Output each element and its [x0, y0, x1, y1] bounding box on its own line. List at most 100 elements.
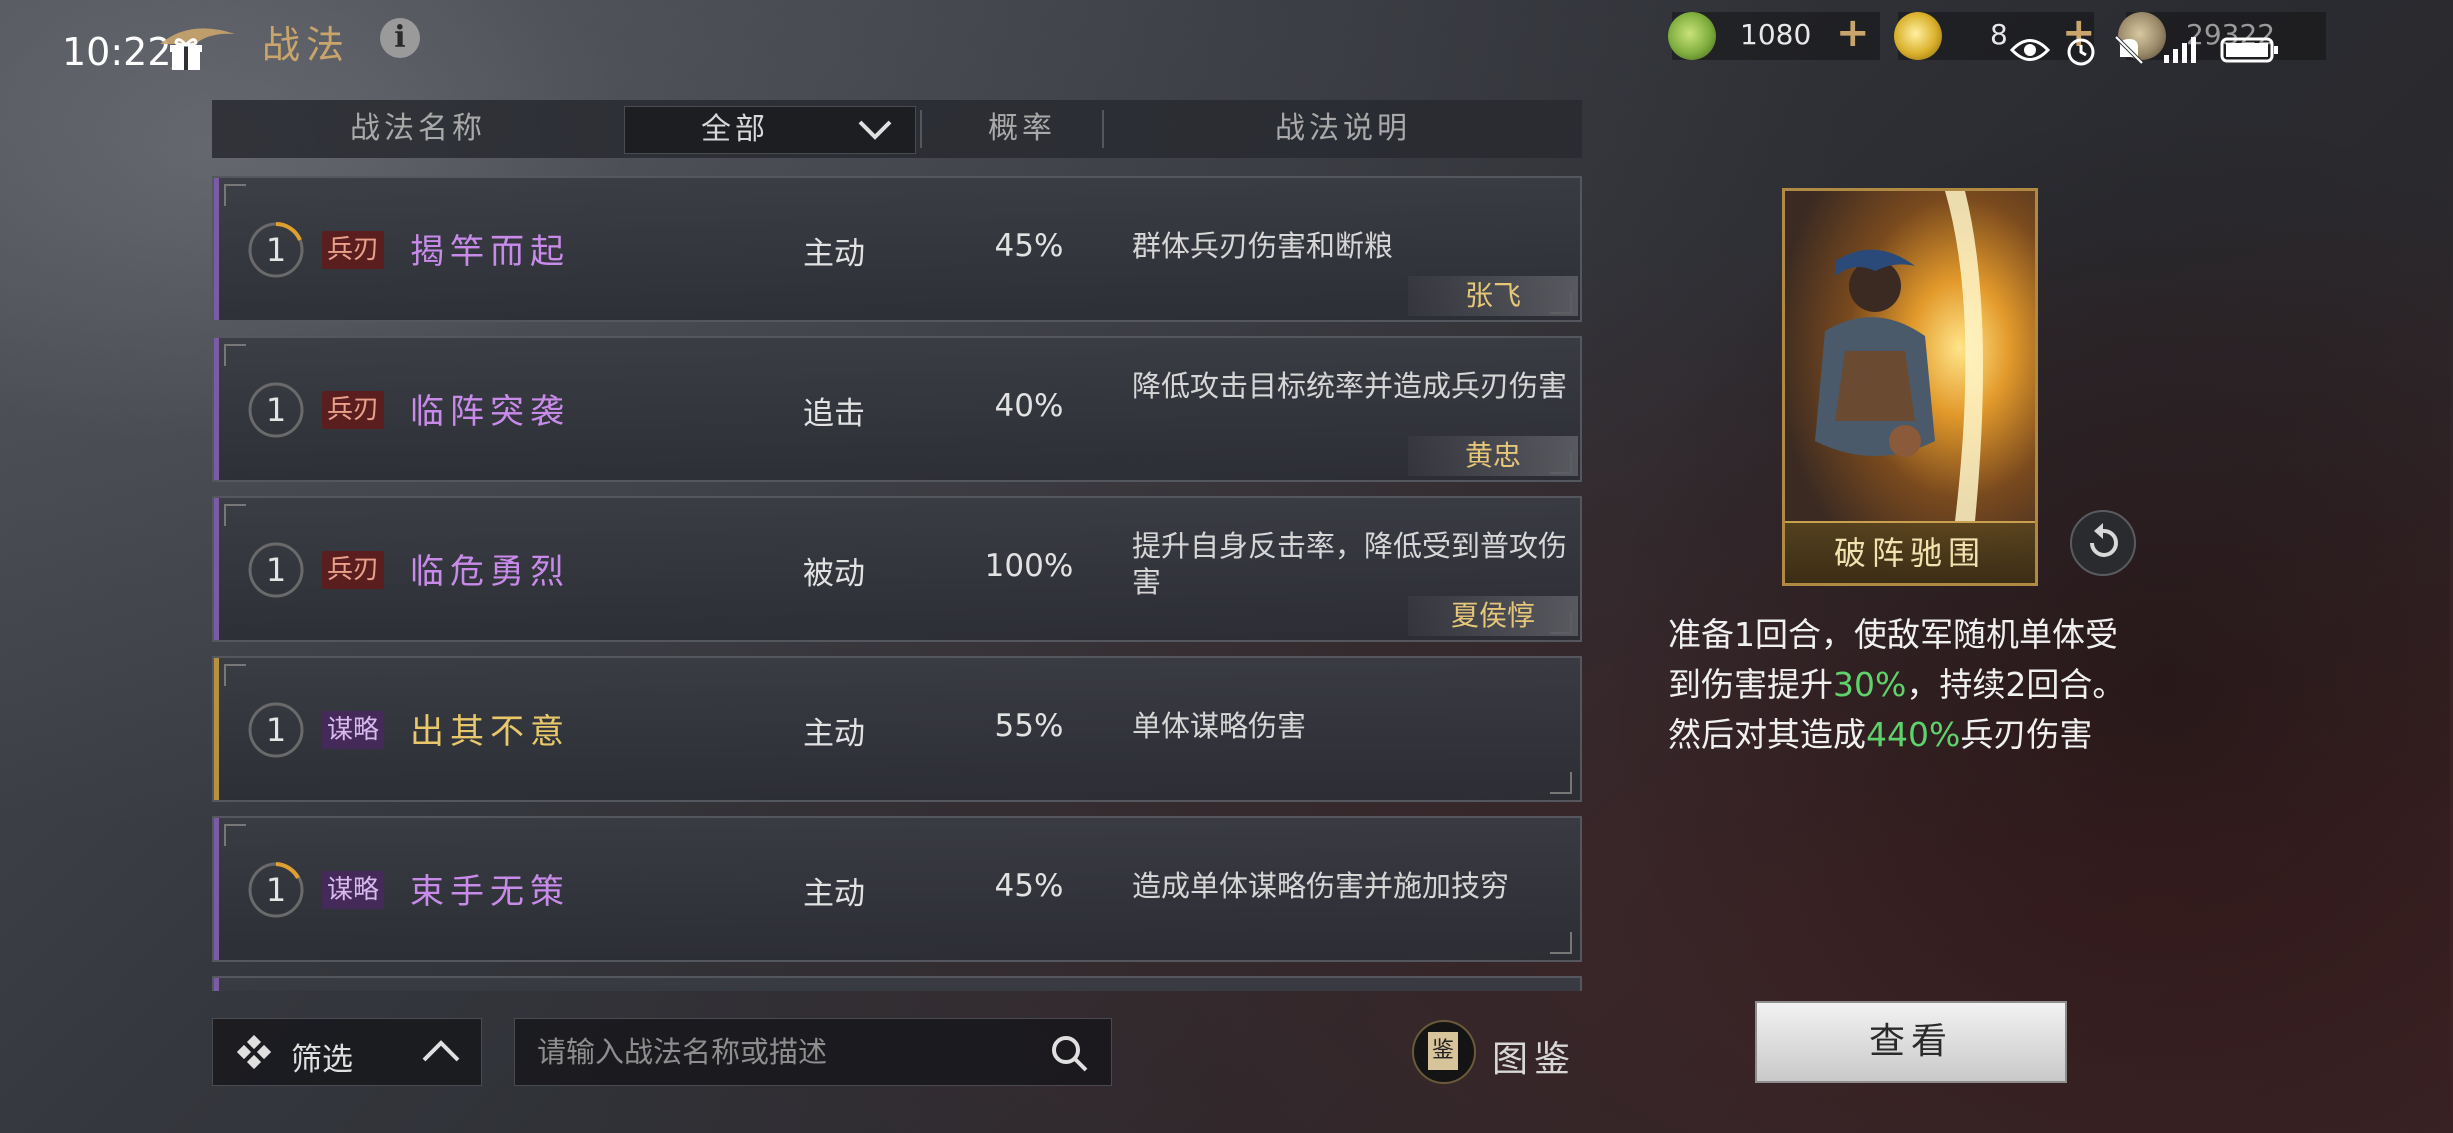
chevron-down-icon	[858, 120, 892, 140]
skill-tag: 谋略	[322, 871, 385, 909]
search-icon[interactable]	[1049, 1033, 1089, 1073]
skill-type: 主动	[803, 876, 865, 912]
eye-icon	[2010, 39, 2050, 61]
row-corner	[1550, 932, 1572, 954]
search-input[interactable]	[535, 1027, 1019, 1077]
codex-label: 图鉴	[1492, 1039, 1577, 1080]
skill-row[interactable]: 1 谋略 束手无策 主动 45% 造成单体谋略伤害并施加技穷	[212, 816, 1582, 962]
skill-card: 破阵驰围	[1782, 188, 2038, 586]
detail-highlight-value: 30%	[1833, 665, 1907, 704]
skill-tag: 兵刃	[322, 231, 385, 269]
column-header-description: 战法说明	[1275, 111, 1411, 146]
skill-row[interactable]: 1 兵刃 临阵突袭 追击 40% 降低攻击目标统率并造成兵刃伤害 黄忠	[212, 336, 1582, 482]
skill-tag: 兵刃	[322, 551, 385, 589]
jade-icon	[1668, 12, 1716, 60]
add-jade-button[interactable]: +	[1836, 10, 1870, 56]
search-box[interactable]	[514, 1018, 1112, 1086]
skill-probability: 100%	[984, 548, 1074, 584]
skill-tag: 谋略	[322, 711, 385, 749]
skill-description: 群体兵刃伤害和断粮	[1132, 229, 1394, 263]
blade-glow-icon	[1945, 191, 1983, 521]
filter-label: 筛选	[291, 1042, 353, 1078]
row-corner	[224, 824, 246, 846]
skill-owner: 张飞	[1408, 276, 1578, 316]
detail-line-3-tail: 兵刃伤害	[1960, 715, 2093, 754]
detail-line-1: 准备1回合，使敌军随机单体受	[1668, 615, 2118, 654]
detail-line-2-tail: ，持续2回合。	[1906, 665, 2126, 704]
detail-highlight-value: 440%	[1866, 715, 1961, 754]
skill-type: 主动	[803, 236, 865, 272]
filter-diamond-icon	[237, 1035, 271, 1069]
row-accent	[214, 658, 219, 800]
row-accent	[214, 178, 219, 320]
skill-detail-text: 准备1回合，使敌军随机单体受 到伤害提升30%，持续2回合。 然后对其造成440…	[1668, 610, 2148, 760]
resource-jade-value: 1080	[1740, 18, 1812, 51]
skill-name: 束手无策	[410, 872, 570, 912]
row-corner	[224, 344, 246, 366]
warrior-portrait-icon	[1815, 249, 1935, 457]
info-icon[interactable]: i	[380, 18, 420, 58]
skill-name: 出其不意	[410, 712, 570, 752]
skill-description: 单体谋略伤害	[1132, 709, 1307, 743]
row-accent	[214, 818, 219, 960]
gold-coin-icon	[1894, 12, 1942, 60]
category-filter-value: 全部	[701, 112, 769, 147]
filter-button[interactable]: 筛选	[212, 1018, 482, 1086]
signal-icon	[2164, 37, 2196, 63]
detail-line-3-text: 然后对其造成	[1668, 715, 1866, 754]
view-button[interactable]: 查看	[1755, 1001, 2067, 1083]
skill-row-partial[interactable]	[212, 976, 1582, 991]
skill-row[interactable]: 1 兵刃 揭竿而起 主动 45% 群体兵刃伤害和断粮 张飞	[212, 176, 1582, 322]
resource-gold-value: 8	[1990, 18, 2008, 51]
skill-tag: 兵刃	[322, 391, 385, 429]
row-corner	[224, 504, 246, 526]
skill-probability: 45%	[994, 868, 1064, 904]
skill-level: 1	[265, 711, 287, 749]
row-accent	[214, 978, 219, 991]
codex-badge-text: 鉴	[1428, 1032, 1458, 1070]
refresh-icon[interactable]	[2070, 510, 2136, 576]
skill-row[interactable]: 1 兵刃 临危勇烈 被动 100% 提升自身反击率，降低受到普攻伤害 夏侯惇	[212, 496, 1582, 642]
detail-line-2-text: 到伤害提升	[1668, 665, 1833, 704]
chevron-up-icon	[422, 1040, 460, 1062]
page-title: 战法	[262, 23, 351, 67]
detail-line-2: 到伤害提升30%，持续2回合。	[1668, 660, 2148, 710]
skill-type: 追击	[803, 396, 865, 432]
detail-line-3: 然后对其造成440%兵刃伤害	[1668, 710, 2148, 760]
row-corner	[224, 664, 246, 686]
skill-level: 1	[265, 551, 287, 589]
skill-description: 降低攻击目标统率并造成兵刃伤害	[1132, 369, 1568, 403]
codex-icon: 鉴	[1412, 1020, 1476, 1084]
skill-type: 被动	[803, 556, 865, 592]
skill-list[interactable]: 1 兵刃 揭竿而起 主动 45% 群体兵刃伤害和断粮 张飞 1 兵刃 临阵突袭 …	[212, 176, 1582, 991]
skill-name: 临阵突袭	[410, 392, 570, 432]
skill-card-name: 破阵驰围	[1785, 521, 2035, 583]
category-filter-dropdown[interactable]: 全部	[624, 106, 916, 154]
skill-name: 揭竿而起	[410, 232, 570, 272]
skill-description: 造成单体谋略伤害并施加技穷	[1132, 869, 1510, 903]
skill-probability: 45%	[994, 228, 1064, 264]
row-corner	[224, 184, 246, 206]
skill-probability: 55%	[994, 708, 1064, 744]
column-header-probability: 概率	[988, 111, 1056, 146]
row-accent	[214, 338, 219, 480]
column-header-name: 战法名称	[350, 111, 486, 146]
skill-description: 提升自身反击率，降低受到普攻伤害	[1132, 529, 1568, 599]
skill-probability: 40%	[994, 388, 1064, 424]
skill-name: 临危勇烈	[410, 552, 570, 592]
skill-type: 主动	[803, 716, 865, 752]
mute-icon	[2114, 35, 2144, 65]
skill-level: 1	[265, 871, 287, 909]
skill-row[interactable]: 1 谋略 出其不意 主动 55% 单体谋略伤害	[212, 656, 1582, 802]
skill-level: 1	[265, 231, 287, 269]
system-status-icons	[2010, 30, 2280, 70]
gift-icon	[170, 38, 202, 70]
row-corner	[1550, 772, 1572, 794]
skill-table-header: 战法名称 全部 概率 战法说明	[212, 100, 1582, 158]
skill-level: 1	[265, 391, 287, 429]
skill-owner: 夏侯惇	[1408, 596, 1578, 636]
alarm-icon	[2067, 38, 2095, 66]
skill-owner: 黄忠	[1408, 436, 1578, 476]
battery-icon	[2220, 37, 2278, 63]
row-accent	[214, 498, 219, 640]
